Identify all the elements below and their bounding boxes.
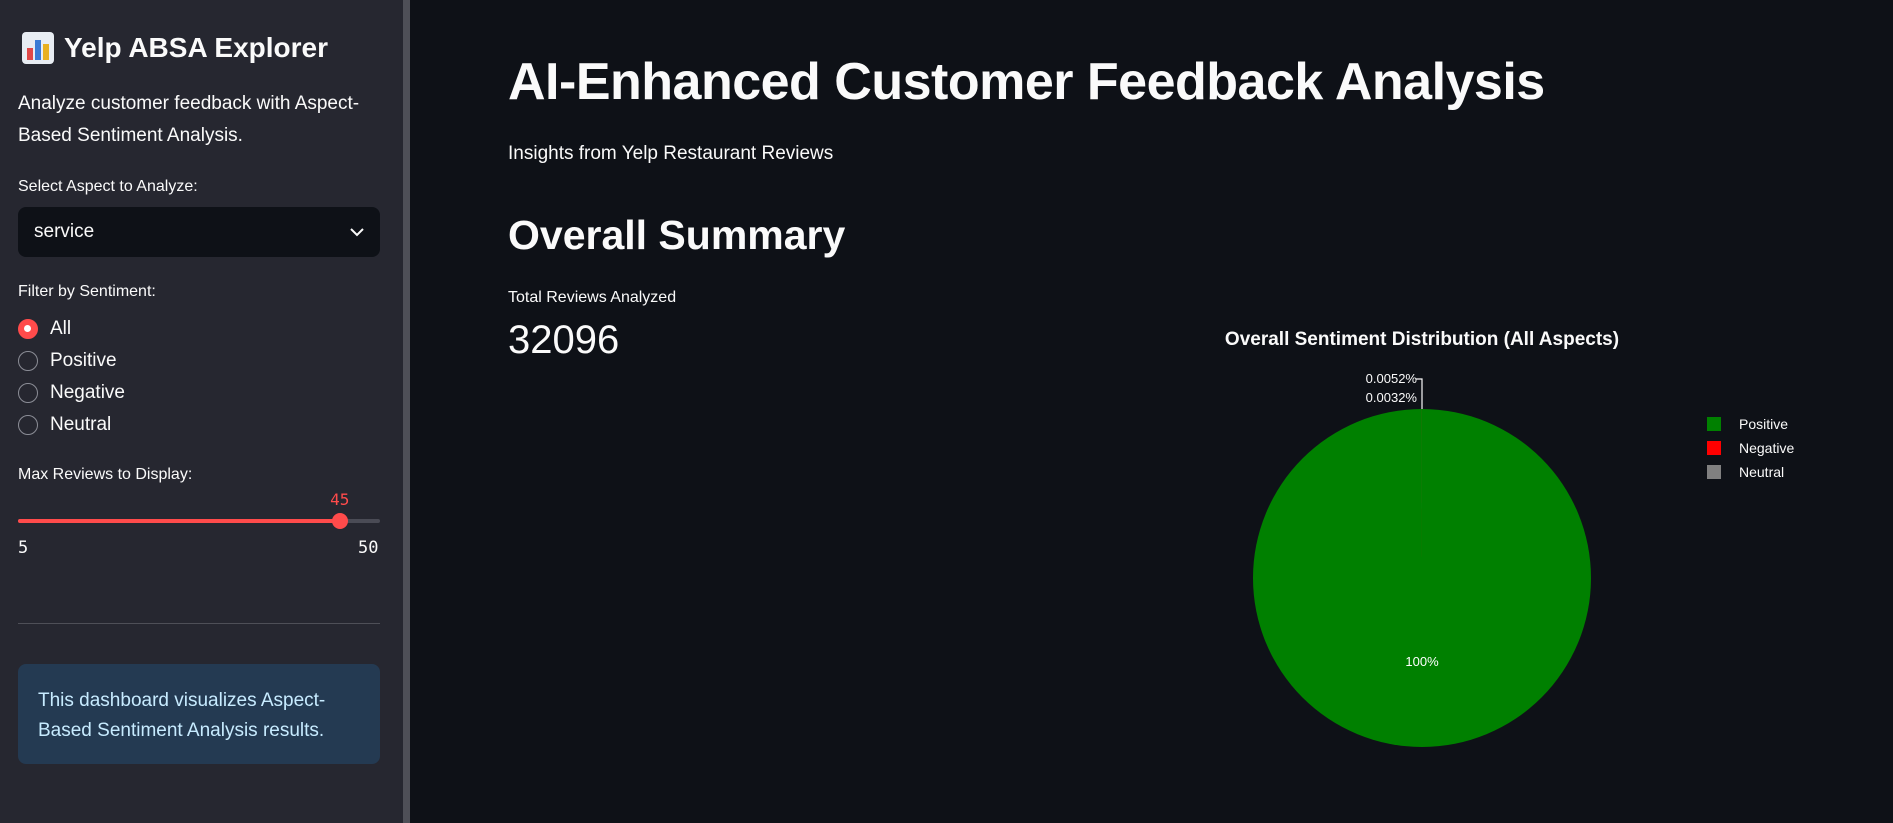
max-reviews-slider[interactable] (18, 513, 380, 529)
pie-slice-label: 0.0032% (1366, 390, 1418, 405)
radio-option-negative[interactable]: Negative (18, 382, 125, 404)
metric-label: Total Reviews Analyzed (508, 289, 677, 306)
radio-button[interactable] (18, 383, 38, 403)
slider-value: 45 (330, 490, 350, 509)
metric-value: 32096 (508, 318, 620, 362)
radio-label: Negative (50, 382, 125, 403)
radio-label: Positive (50, 350, 117, 371)
legend-swatch-positive[interactable] (1707, 417, 1721, 431)
aspect-select-label: Select Aspect to Analyze: (18, 178, 198, 195)
slider-handle[interactable] (331, 513, 348, 529)
pie-slice-label: 0.0052% (1366, 371, 1418, 386)
radio-option-all[interactable]: All (18, 318, 71, 340)
sentiment-filter-label: Filter by Sentiment: (18, 283, 156, 300)
radio-option-neutral[interactable]: Neutral (18, 414, 111, 436)
max-reviews-label: Max Reviews to Display: (18, 466, 193, 483)
slider-fill (18, 519, 340, 523)
sidebar-title-text: Yelp ABSA Explorer (64, 32, 329, 63)
sidebar-divider (18, 623, 380, 624)
legend-swatch-neutral[interactable] (1707, 465, 1721, 479)
radio-label: Neutral (50, 414, 112, 435)
chevron-down-icon (350, 227, 364, 236)
sidebar-description: Analyze customer feedback with Aspect-Ba… (18, 93, 360, 146)
radio-button-checked[interactable] (18, 319, 38, 339)
pie-slice-label: 100% (1405, 654, 1439, 669)
section-heading: Overall Summary (508, 212, 846, 258)
sentiment-pie-chart: Overall Sentiment Distribution (All Aspe… (1225, 329, 1794, 747)
info-box: This dashboard visualizes Aspect-Based S… (18, 664, 380, 764)
slider-max-label: 50 (358, 538, 379, 558)
legend-label-negative[interactable]: Negative (1739, 440, 1794, 456)
radio-option-positive[interactable]: Positive (18, 350, 117, 372)
slider-min-label: 5 (18, 538, 29, 558)
aspect-select-value: service (34, 221, 95, 242)
aspect-select[interactable]: service (18, 207, 380, 257)
page-subtitle: Insights from Yelp Restaurant Reviews (508, 143, 834, 164)
legend-label-positive[interactable]: Positive (1739, 416, 1788, 432)
sidebar-title: Yelp ABSA Explorer (22, 32, 328, 64)
legend-label-neutral[interactable]: Neutral (1739, 464, 1784, 480)
radio-label: All (50, 318, 72, 339)
sidebar: Yelp ABSA Explorer Analyze customer feed… (0, 0, 403, 823)
radio-button[interactable] (18, 415, 38, 435)
sidebar-resize-handle[interactable] (403, 0, 410, 823)
page-title: AI-Enhanced Customer Feedback Analysis (508, 53, 1545, 111)
legend-swatch-negative[interactable] (1707, 441, 1721, 455)
chart-title: Overall Sentiment Distribution (All Aspe… (1225, 329, 1619, 350)
radio-button[interactable] (18, 351, 38, 371)
bar-chart-emoji-icon (22, 32, 54, 64)
